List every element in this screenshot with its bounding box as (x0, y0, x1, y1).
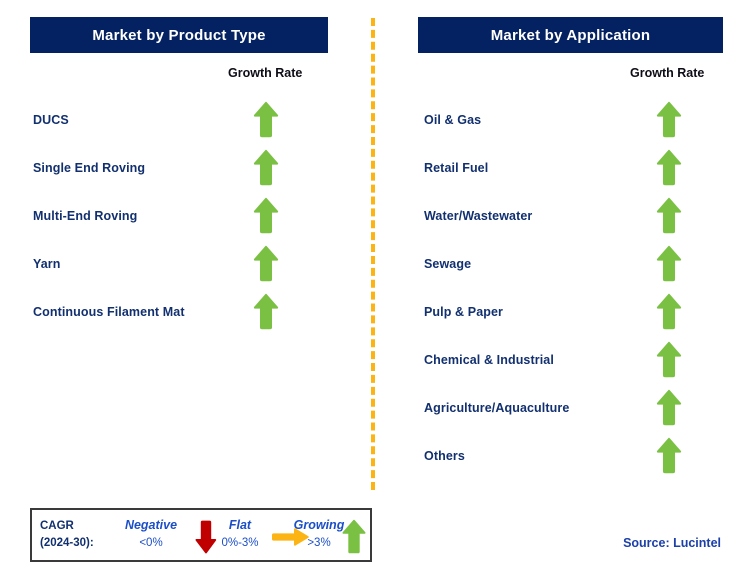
up-arrow-icon (656, 437, 682, 475)
up-arrow-icon (656, 389, 682, 427)
up-arrow-icon (253, 197, 279, 235)
row-label: Multi-End Roving (33, 209, 138, 223)
legend-flat-range: 0%-3% (221, 537, 259, 549)
table-row: Yarn (0, 240, 360, 288)
application-row-list: Oil & Gas Retail Fuel Water/Wastewater Sewa… (388, 96, 748, 480)
source-note: Source: Lucintel (623, 536, 721, 550)
cagr-legend-caption-line2: (2024-30): (40, 537, 94, 549)
product-type-panel-title: Market by Product Type (92, 26, 266, 44)
table-row: Others (388, 432, 748, 480)
table-row: Chemical & Industrial (388, 336, 748, 384)
row-label: Chemical & Industrial (424, 353, 554, 367)
legend-entry-flat: Flat 0%-3% (197, 516, 283, 552)
row-label: Yarn (33, 257, 61, 271)
up-arrow-icon (253, 293, 279, 331)
product-type-row-list: DUCS Single End Roving Multi-End Roving Yar… (0, 96, 360, 336)
table-row: Retail Fuel (388, 144, 748, 192)
up-arrow-icon (253, 149, 279, 187)
up-arrow-icon (656, 293, 682, 331)
cagr-legend-caption-line1: CAGR (40, 520, 74, 532)
cagr-legend: CAGR (2024-30): Negative <0% Flat 0%-3% (30, 508, 372, 562)
up-arrow-icon (253, 245, 279, 283)
row-label: Retail Fuel (424, 161, 489, 175)
row-label: Continuous Filament Mat (33, 305, 185, 319)
table-row: Multi-End Roving (0, 192, 360, 240)
application-panel: Market by Application Growth Rate Oil & … (388, 0, 748, 576)
infographic-canvas: Market by Product Type Growth Rate DUCS S… (0, 0, 748, 576)
legend-negative-title: Negative (124, 518, 178, 532)
row-label: Agriculture/Aquaculture (424, 401, 570, 415)
row-label: Water/Wastewater (424, 209, 533, 223)
table-row: Oil & Gas (388, 96, 748, 144)
row-label: DUCS (33, 113, 69, 127)
legend-negative-range: <0% (139, 537, 163, 549)
row-label: Pulp & Paper (424, 305, 503, 319)
row-label: Sewage (424, 257, 472, 271)
legend-entry-negative: Negative <0% (108, 516, 194, 552)
product-type-panel-header: Market by Product Type (30, 17, 328, 53)
application-growth-rate-label: Growth Rate (630, 66, 705, 80)
up-arrow-icon (656, 245, 682, 283)
up-arrow-icon (656, 197, 682, 235)
application-panel-header: Market by Application (418, 17, 723, 53)
product-type-panel: Market by Product Type Growth Rate DUCS S… (0, 0, 360, 576)
table-row: Continuous Filament Mat (0, 288, 360, 336)
table-row: Sewage (388, 240, 748, 288)
row-label: Others (424, 449, 465, 463)
application-panel-title: Market by Application (490, 26, 651, 44)
legend-flat-title: Flat (228, 518, 252, 532)
table-row: Single End Roving (0, 144, 360, 192)
table-row: DUCS (0, 96, 360, 144)
up-arrow-icon (342, 519, 366, 555)
up-arrow-icon (253, 101, 279, 139)
up-arrow-icon (656, 149, 682, 187)
cagr-legend-caption: CAGR (2024-30): (40, 518, 94, 552)
up-arrow-icon (656, 101, 682, 139)
product-type-growth-rate-label: Growth Rate (228, 66, 303, 80)
row-label: Oil & Gas (424, 113, 482, 127)
vertical-dashed-divider (371, 18, 375, 490)
up-arrow-icon (656, 341, 682, 379)
table-row: Agriculture/Aquaculture (388, 384, 748, 432)
table-row: Pulp & Paper (388, 288, 748, 336)
row-label: Single End Roving (33, 161, 146, 175)
table-row: Water/Wastewater (388, 192, 748, 240)
